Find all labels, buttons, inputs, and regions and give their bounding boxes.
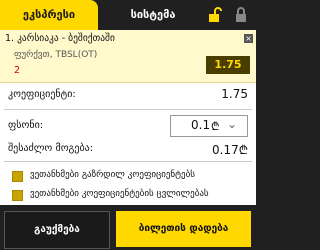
- coefficient-row: კოეფიციენტი: 1.75: [0, 84, 256, 108]
- stake-value: 0.1: [191, 118, 211, 132]
- betslip-panel: ეკსპრესი სისტემა 1. კარსიაკა - ბეშიქთაში…: [0, 0, 256, 250]
- tab-bar: ეკსპრესი სისტემა: [0, 0, 256, 30]
- selection-title: 1. კარსიაკა - ბეშიქთაში: [5, 33, 115, 44]
- stake-label: ფსონი:: [8, 120, 44, 131]
- increase-odds-checkbox[interactable]: [12, 171, 23, 182]
- selection-market: ფურქვთ, TBSL(OT): [14, 50, 98, 60]
- chevron-down-icon[interactable]: ⌄: [227, 117, 237, 131]
- possible-win-row: შესაძლო მოგება: 0.17₾: [0, 138, 256, 160]
- divider: [4, 109, 252, 110]
- possible-win-value: 0.17₾: [212, 143, 248, 157]
- possible-win-label: შესაძლო მოგება:: [8, 143, 94, 154]
- increase-odds-label: ვეთანხმები გაზრდილ კოეფიციენტებს: [30, 170, 195, 180]
- selection-odds: 1.75: [206, 56, 250, 74]
- selection-pick: 2: [14, 65, 21, 76]
- remove-selection-button[interactable]: ×: [244, 34, 253, 43]
- tab-system[interactable]: სისტემა: [98, 0, 208, 30]
- cancel-button[interactable]: გაუქმება: [4, 211, 110, 249]
- place-bet-button[interactable]: ბილეთის დადება: [116, 211, 251, 247]
- currency-icon: ₾: [211, 120, 220, 133]
- odds-change-label: ვეთანხმები კოეფიციენტების ცვლილებას: [30, 189, 209, 199]
- tab-express[interactable]: ეკსპრესი: [0, 0, 98, 30]
- divider: [4, 161, 252, 162]
- lock-icon[interactable]: [233, 6, 249, 24]
- odds-change-checkbox[interactable]: [12, 190, 23, 201]
- coefficient-value: 1.75: [221, 87, 248, 101]
- unlock-icon[interactable]: [206, 6, 222, 24]
- stake-input[interactable]: 0.1 ₾ ⌄: [170, 115, 248, 137]
- coefficient-label: კოეფიციენტი:: [8, 89, 76, 100]
